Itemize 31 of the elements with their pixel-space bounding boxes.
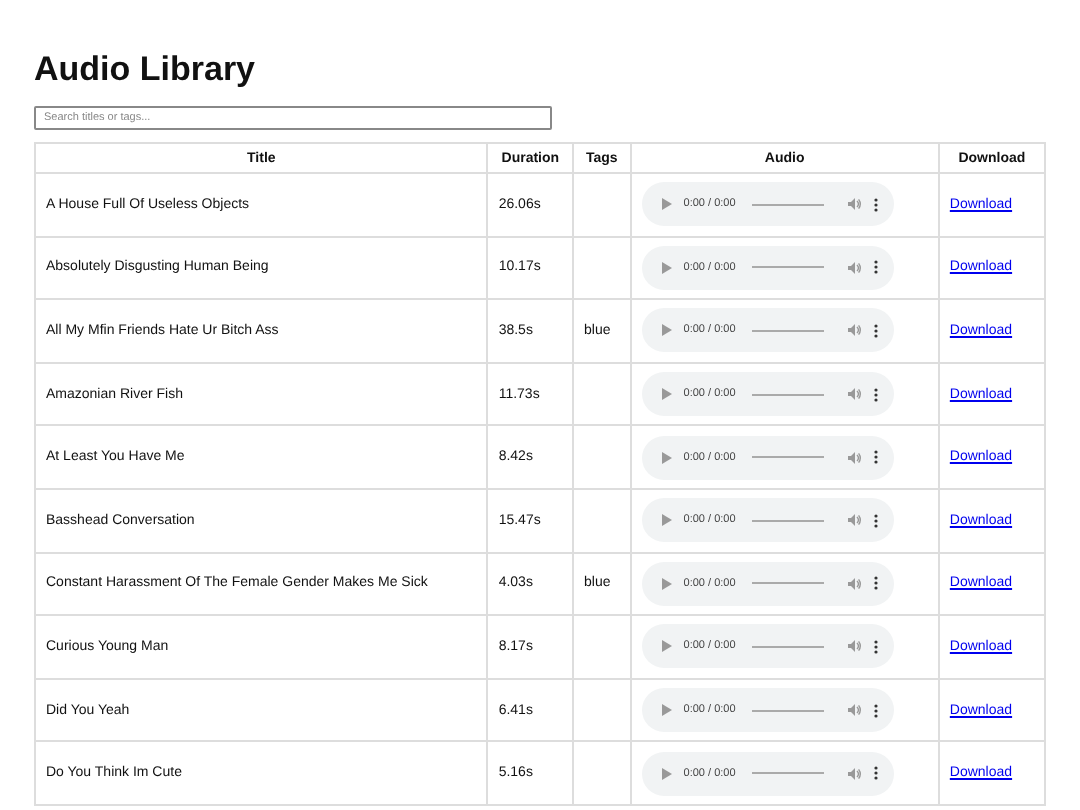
- more-icon[interactable]: [873, 766, 878, 781]
- page-title: Audio Library: [34, 48, 258, 92]
- more-icon[interactable]: [873, 450, 878, 465]
- play-icon[interactable]: [661, 261, 672, 274]
- more-icon[interactable]: [873, 639, 878, 654]
- volume-icon[interactable]: [847, 704, 862, 717]
- more-icon[interactable]: [873, 323, 878, 338]
- volume-icon[interactable]: [847, 324, 862, 337]
- volume-icon[interactable]: [847, 514, 862, 527]
- play-icon[interactable]: [661, 767, 672, 780]
- play-icon[interactable]: [661, 324, 672, 337]
- play-icon[interactable]: [661, 198, 672, 211]
- volume-icon[interactable]: [847, 388, 862, 401]
- more-icon[interactable]: [873, 576, 878, 591]
- play-icon[interactable]: [661, 514, 672, 527]
- volume-icon[interactable]: [847, 198, 862, 211]
- play-icon[interactable]: [661, 577, 672, 590]
- volume-icon[interactable]: [847, 767, 862, 780]
- play-icon[interactable]: [661, 388, 672, 401]
- play-icon[interactable]: [661, 451, 672, 464]
- volume-icon[interactable]: [847, 451, 862, 464]
- play-icon[interactable]: [661, 640, 672, 653]
- more-icon[interactable]: [873, 513, 878, 528]
- play-icon[interactable]: [661, 704, 672, 717]
- volume-icon[interactable]: [847, 261, 862, 274]
- more-icon[interactable]: [873, 260, 878, 275]
- more-icon[interactable]: [873, 703, 878, 718]
- more-icon[interactable]: [873, 197, 878, 212]
- volume-icon[interactable]: [847, 577, 862, 590]
- volume-icon[interactable]: [847, 640, 862, 653]
- more-icon[interactable]: [873, 387, 878, 402]
